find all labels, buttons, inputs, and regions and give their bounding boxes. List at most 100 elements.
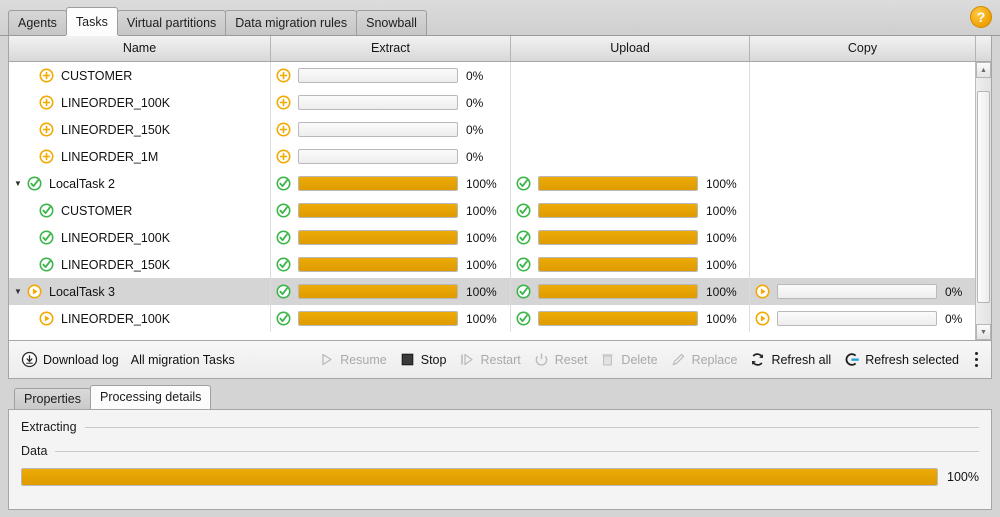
table-row[interactable]: ▼CUSTOMER 0% (9, 62, 991, 89)
name-cell-content: CUSTOMER (27, 68, 132, 83)
tab-label: Agents (18, 16, 57, 30)
check-circle-icon (276, 284, 291, 299)
cell-copy (750, 62, 976, 89)
refresh-all-button[interactable]: Refresh all (743, 347, 837, 373)
extract-progress-group: 100% (271, 257, 510, 272)
tab-virtual-partitions[interactable]: Virtual partitions (116, 10, 227, 35)
plus-circle-icon (276, 68, 291, 83)
tab-tasks[interactable]: Tasks (65, 7, 118, 35)
upload-progress-percent: 100% (706, 203, 737, 218)
cell-name: ▼ LocalTask 2 (9, 170, 271, 197)
cell-name: ▼LINEORDER_100K (9, 224, 271, 251)
extract-progress-percent: 100% (466, 284, 497, 299)
data-label: Data (21, 444, 48, 458)
scroll-down-button[interactable]: ▼ (976, 324, 991, 340)
table-row[interactable]: ▼LINEORDER_150K 0% (9, 116, 991, 143)
scroll-track[interactable] (976, 79, 991, 323)
check-circle-icon (276, 176, 291, 191)
plus-circle-icon (39, 95, 54, 110)
cell-upload: 100% (511, 305, 750, 332)
column-header-filler (976, 36, 991, 61)
plus-circle-icon (39, 68, 54, 83)
expand-collapse-triangle-icon[interactable]: ▼ (9, 179, 27, 188)
upload-progress-fill (539, 258, 697, 271)
expand-collapse-triangle-icon[interactable]: ▼ (9, 287, 27, 296)
cell-extract: 100% (271, 251, 511, 278)
extract-progress-percent: 0% (466, 68, 484, 83)
tab-data-migration-rules[interactable]: Data migration rules (225, 10, 358, 35)
replace-button[interactable]: Replace (664, 347, 744, 373)
copy-progress-bar (777, 311, 937, 326)
tab-agents[interactable]: Agents (8, 10, 67, 35)
table-row[interactable]: ▼LINEORDER_150K 100% 100% (9, 251, 991, 278)
table-row[interactable]: ▼ LocalTask 3 100% 100% 0% (9, 278, 991, 305)
task-name-label: LINEORDER_150K (61, 257, 171, 272)
check-circle-icon (27, 176, 42, 191)
tab-label: Data migration rules (235, 16, 348, 30)
cell-name: ▼CUSTOMER (9, 62, 271, 89)
upload-progress-bar (538, 284, 698, 299)
refresh-selected-label: Refresh selected (865, 352, 959, 367)
tab-label: Snowball (366, 16, 417, 30)
upload-progress-group: 100% (511, 230, 749, 245)
reset-button[interactable]: Reset (527, 347, 594, 373)
details-tab-properties[interactable]: Properties (14, 388, 91, 409)
cell-copy (750, 143, 976, 170)
table-row[interactable]: ▼LINEORDER_100K 100% 100% (9, 224, 991, 251)
cell-extract: 0% (271, 62, 511, 89)
upload-progress-fill (539, 231, 697, 244)
column-header-extract[interactable]: Extract (271, 36, 511, 61)
extract-progress-bar (298, 95, 458, 110)
details-tab-processing-details[interactable]: Processing details (89, 385, 212, 409)
name-cell-content: LocalTask 2 (27, 176, 115, 191)
extract-progress-bar (298, 68, 458, 83)
cell-extract: 100% (271, 197, 511, 224)
stop-button[interactable]: Stop (393, 347, 453, 373)
scroll-up-button[interactable]: ▲ (976, 62, 991, 78)
plus-circle-icon (39, 149, 54, 164)
restart-button[interactable]: Restart (452, 347, 526, 373)
scroll-thumb[interactable] (977, 91, 990, 303)
column-header-name[interactable]: Name (9, 36, 271, 61)
details-panel: Properties Processing details Extracting … (8, 385, 992, 510)
table-row[interactable]: ▼ LocalTask 2 100% 100% (9, 170, 991, 197)
extract-progress-group: 0% (271, 149, 510, 164)
delete-button[interactable]: Delete (593, 347, 663, 373)
cell-upload: 100% (511, 224, 750, 251)
extract-progress-percent: 0% (466, 95, 484, 110)
details-tabs: Properties Processing details (8, 385, 992, 409)
cell-copy (750, 89, 976, 116)
table-row[interactable]: ▼LINEORDER_100K 0% (9, 89, 991, 116)
extract-progress-group: 100% (271, 284, 510, 299)
check-circle-icon (276, 257, 291, 272)
extract-progress-bar (298, 284, 458, 299)
name-cell-content: LINEORDER_150K (27, 257, 170, 272)
extract-progress-bar (298, 203, 458, 218)
download-log-button[interactable]: Download log (15, 347, 125, 373)
extract-progress-fill (299, 285, 457, 298)
column-header-upload[interactable]: Upload (511, 36, 750, 61)
resume-button[interactable]: Resume (312, 347, 393, 373)
help-circle-icon[interactable]: ? (970, 6, 992, 28)
table-row[interactable]: ▼CUSTOMER 100% 100% (9, 197, 991, 224)
cell-copy (750, 116, 976, 143)
table-vertical-scrollbar[interactable]: ▲ ▼ (975, 62, 991, 340)
tasks-table: Name Extract Upload Copy ▼CUSTOMER0%▼LIN… (8, 36, 992, 341)
cell-extract: 100% (271, 224, 511, 251)
refresh-selected-button[interactable]: Refresh selected (837, 347, 965, 373)
processing-details-content: Extracting Data 100% (8, 409, 992, 510)
play-icon (318, 351, 335, 368)
table-row[interactable]: ▼LINEORDER_100K 100% 100% 0% (9, 305, 991, 332)
data-progress-row: 100% (21, 468, 979, 486)
cell-copy (750, 251, 976, 278)
tab-snowball[interactable]: Snowball (356, 10, 427, 35)
kebab-menu-icon[interactable] (967, 348, 985, 372)
extract-progress-bar (298, 311, 458, 326)
details-tab-label: Processing details (99, 390, 202, 404)
name-cell-content: LINEORDER_100K (27, 311, 170, 326)
table-row[interactable]: ▼LINEORDER_1M 0% (9, 143, 991, 170)
play-circle-icon (27, 284, 42, 299)
stop-icon (399, 351, 416, 368)
cell-copy: 0% (750, 305, 976, 332)
column-header-copy[interactable]: Copy (750, 36, 976, 61)
